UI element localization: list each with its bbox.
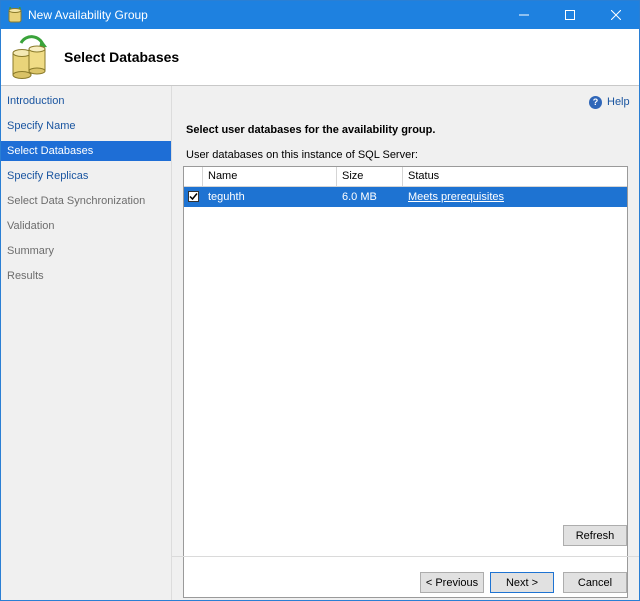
table-row[interactable]: teguhth 6.0 MB Meets prerequisites [184, 187, 627, 207]
instruction-text: Select user databases for the availabili… [186, 124, 436, 136]
close-icon [611, 10, 621, 20]
sidebar-item-select-data-synchronization: Select Data Synchronization [7, 195, 146, 207]
sidebar-item-summary: Summary [7, 245, 55, 257]
cell-status: Meets prerequisites [403, 187, 627, 207]
minimize-button[interactable] [501, 1, 547, 29]
main-content: ? Help Select user databases for the ava… [172, 86, 639, 600]
next-button[interactable]: Next > [490, 572, 554, 593]
checkmark-icon [189, 193, 198, 201]
help-link[interactable]: ? Help [589, 94, 630, 110]
previous-button[interactable]: < Previous [420, 572, 484, 593]
grid-header: Name Size Status [184, 167, 627, 187]
wizard-window: New Availability Group Select Databases … [0, 0, 640, 601]
window-title: New Availability Group [28, 8, 148, 22]
title-bar[interactable]: New Availability Group [1, 1, 639, 29]
databases-grid[interactable]: Name Size Status teguhth 6.0 MB Meets pr… [183, 166, 628, 598]
cancel-button[interactable]: Cancel [563, 572, 627, 593]
sidebar-item-results: Results [7, 270, 44, 282]
column-header-status[interactable]: Status [403, 167, 627, 186]
help-label: Help [607, 96, 630, 108]
refresh-button[interactable]: Refresh [563, 525, 627, 546]
wizard-sidebar: Introduction Specify Name Select Databas… [1, 86, 172, 600]
database-checkbox[interactable] [188, 191, 199, 202]
status-link[interactable]: Meets prerequisites [408, 191, 504, 203]
close-button[interactable] [593, 1, 639, 29]
page-header: Select Databases [1, 29, 639, 86]
sidebar-item-select-databases[interactable]: Select Databases [1, 141, 171, 161]
maximize-icon [565, 10, 575, 20]
column-header-name[interactable]: Name [203, 167, 337, 186]
sidebar-item-introduction[interactable]: Introduction [1, 91, 171, 111]
help-icon: ? [589, 95, 602, 109]
app-icon [8, 7, 22, 23]
database-icon [12, 35, 47, 79]
minimize-icon [519, 14, 529, 16]
column-header-size[interactable]: Size [337, 167, 403, 186]
sidebar-item-validation: Validation [7, 220, 55, 232]
sidebar-item-specify-replicas[interactable]: Specify Replicas [1, 166, 171, 186]
column-header-select[interactable] [184, 167, 203, 186]
sidebar-item-specify-name[interactable]: Specify Name [1, 116, 171, 136]
footer-divider [172, 556, 639, 557]
databases-label: User databases on this instance of SQL S… [186, 149, 418, 161]
cell-name: teguhth [208, 191, 245, 203]
cell-size: 6.0 MB [342, 191, 377, 203]
maximize-button[interactable] [547, 1, 593, 29]
page-title: Select Databases [64, 49, 180, 65]
